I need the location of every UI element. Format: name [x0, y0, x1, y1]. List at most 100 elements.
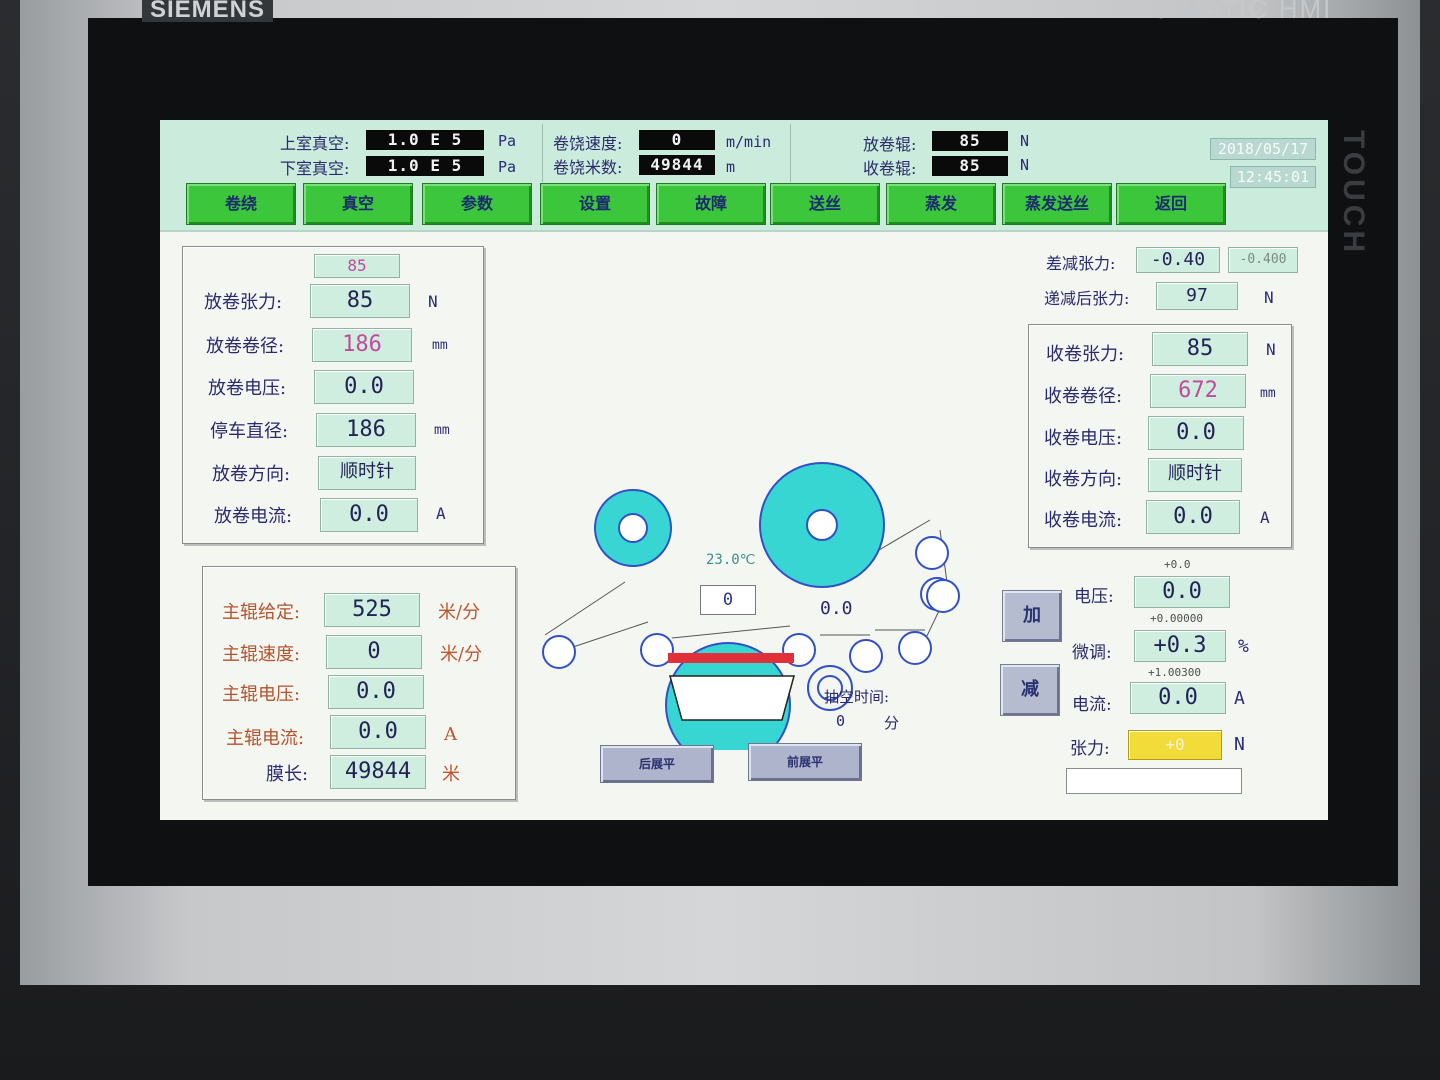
nav-button-vacuum[interactable]: 真空: [303, 183, 413, 225]
rewind-roll-value: 85: [932, 156, 1008, 176]
main-roll-speed-label: 主辊速度:: [222, 644, 301, 665]
rewind-tension-field[interactable]: 85: [1152, 332, 1248, 366]
adjust-voltage-field: 0.0: [1134, 576, 1230, 608]
trim-ref: +0.00000: [1150, 612, 1203, 625]
date-display: 2018/05/17: [1210, 138, 1316, 160]
nav-button-winding[interactable]: 卷绕: [186, 183, 296, 225]
unwind-diameter-field: 186: [312, 328, 412, 362]
nav-button-settings[interactable]: 设置: [540, 183, 650, 225]
main-roll-speed-field: 0: [326, 635, 422, 669]
lower-vacuum-label: 下室真空:: [280, 159, 350, 178]
adjust-tension-label: 张力:: [1070, 739, 1110, 759]
decrease-button[interactable]: 减: [1000, 664, 1060, 716]
unwind-roll: [594, 489, 672, 567]
film-length-field: 49844: [330, 755, 426, 789]
film-length-unit: 米: [442, 764, 460, 785]
rewind-roll-label: 收卷辊:: [863, 159, 917, 178]
unwind-setpoint: 85: [314, 254, 400, 278]
main-roll-voltage-field: 0.0: [328, 675, 424, 709]
drum-temperature: 23.0℃: [706, 552, 756, 568]
unwind-diameter-label: 放卷卷径:: [206, 336, 285, 357]
hmi-screen: 上室真空: 1.0 E 5 Pa 下室真空: 1.0 E 5 Pa 卷饶速度: …: [160, 120, 1328, 820]
drum-value: 0: [700, 585, 756, 615]
rear-flatten-button[interactable]: 后展平: [600, 745, 714, 783]
unwind-voltage-label: 放卷电压:: [208, 378, 287, 399]
voltage-ref: +0.0: [1164, 558, 1191, 571]
main-roll-set-field[interactable]: 525: [324, 593, 420, 627]
evac-time-unit: 分: [884, 714, 900, 732]
unwind-current-field: 0.0: [320, 498, 418, 532]
unwind-roll-value: 85: [932, 131, 1008, 151]
rewind-direction-field[interactable]: 顺时针: [1148, 458, 1242, 492]
rewind-current-unit: A: [1260, 508, 1270, 527]
wind-speed-unit: m/min: [726, 133, 772, 151]
unwind-diameter-unit: mm: [432, 338, 448, 353]
divider: [542, 124, 543, 182]
small-roll-value: 0.0: [820, 598, 853, 619]
nav-button-faults[interactable]: 故障: [656, 183, 766, 225]
wind-speed-value: 0: [639, 130, 715, 150]
unwind-current-unit: A: [436, 504, 446, 523]
trim-label: 微调:: [1072, 643, 1112, 663]
adjust-voltage-label: 电压:: [1074, 587, 1114, 607]
rewind-diameter-unit: mm: [1260, 386, 1276, 401]
adjust-tension-unit: N: [1234, 734, 1245, 755]
nav-button-params[interactable]: 参数: [422, 183, 532, 225]
rewind-roll: [759, 462, 885, 588]
front-flatten-button[interactable]: 前展平: [748, 743, 862, 781]
trim-unit: %: [1238, 636, 1249, 657]
upper-vacuum-value: 1.0 E 5: [366, 130, 484, 150]
tension-after-label: 递减后张力:: [1044, 289, 1130, 308]
rewind-diameter-label: 收卷卷径:: [1044, 386, 1123, 407]
unwind-tension-field[interactable]: 85: [310, 284, 410, 318]
wind-speed-label: 卷饶速度:: [553, 134, 623, 153]
stop-diameter-field[interactable]: 186: [316, 413, 416, 447]
tension-after-unit: N: [1264, 288, 1274, 307]
wind-meter-label: 卷饶米数:: [553, 158, 623, 177]
adjust-current-label: 电流:: [1072, 695, 1112, 715]
unwind-direction-label: 放卷方向:: [212, 464, 291, 485]
upper-vacuum-label: 上室真空:: [280, 134, 350, 153]
unwind-roll-label: 放卷辊:: [863, 135, 917, 154]
brand-logo-right: SIMATIC HMI: [1152, 0, 1333, 24]
decrement-tension-label: 差减张力:: [1046, 254, 1116, 273]
nav-button-evaporate[interactable]: 蒸发: [886, 183, 996, 225]
evac-time-value: 0: [836, 712, 846, 730]
evaporation-boat: [669, 675, 795, 721]
current-ref: +1.00300: [1148, 666, 1201, 679]
message-field: [1066, 768, 1242, 794]
unwind-roll-unit: N: [1020, 132, 1030, 150]
increase-button[interactable]: 加: [1002, 590, 1062, 642]
rewind-current-field: 0.0: [1146, 500, 1240, 534]
adjust-current-unit: A: [1234, 688, 1245, 709]
unwind-current-label: 放卷电流:: [214, 506, 293, 527]
main-roll-set-label: 主辊给定:: [222, 602, 301, 623]
decrement-tension-field[interactable]: -0.40: [1136, 247, 1220, 273]
touch-label: TOUCH: [1337, 130, 1370, 257]
nav-button-back[interactable]: 返回: [1116, 183, 1226, 225]
unwind-direction-field[interactable]: 顺时针: [318, 456, 416, 490]
adjust-tension-field[interactable]: +0: [1128, 730, 1222, 760]
rewind-diameter-field: 672: [1150, 374, 1246, 408]
rewind-roll-unit: N: [1020, 156, 1030, 174]
tension-after-field: 97: [1156, 282, 1238, 310]
nav-button-evap-feed[interactable]: 蒸发送丝: [1002, 183, 1112, 225]
lower-vacuum-value: 1.0 E 5: [366, 156, 484, 176]
main-roll-current-unit: A: [444, 724, 457, 745]
unwind-tension-label: 放卷张力:: [204, 292, 283, 313]
rewind-tension-unit: N: [1266, 340, 1276, 359]
wind-meter-unit: m: [726, 158, 736, 176]
decrement-tension-ref: -0.400: [1228, 247, 1298, 273]
unwind-voltage-field: 0.0: [314, 370, 414, 404]
adjust-current-field: 0.0: [1130, 682, 1226, 714]
lower-vacuum-unit: Pa: [498, 158, 517, 176]
stop-diameter-label: 停车直径:: [210, 421, 289, 442]
trim-field[interactable]: +0.3: [1134, 630, 1226, 662]
rewind-voltage-label: 收卷电压:: [1044, 428, 1123, 449]
nav-button-wire-feed[interactable]: 送丝: [770, 183, 880, 225]
main-roll-voltage-label: 主辊电压:: [222, 684, 301, 705]
film-length-label: 膜长:: [266, 764, 309, 785]
upper-vacuum-unit: Pa: [498, 132, 517, 150]
main-roll-current-field: 0.0: [330, 715, 426, 749]
heater-bar: [668, 653, 794, 663]
